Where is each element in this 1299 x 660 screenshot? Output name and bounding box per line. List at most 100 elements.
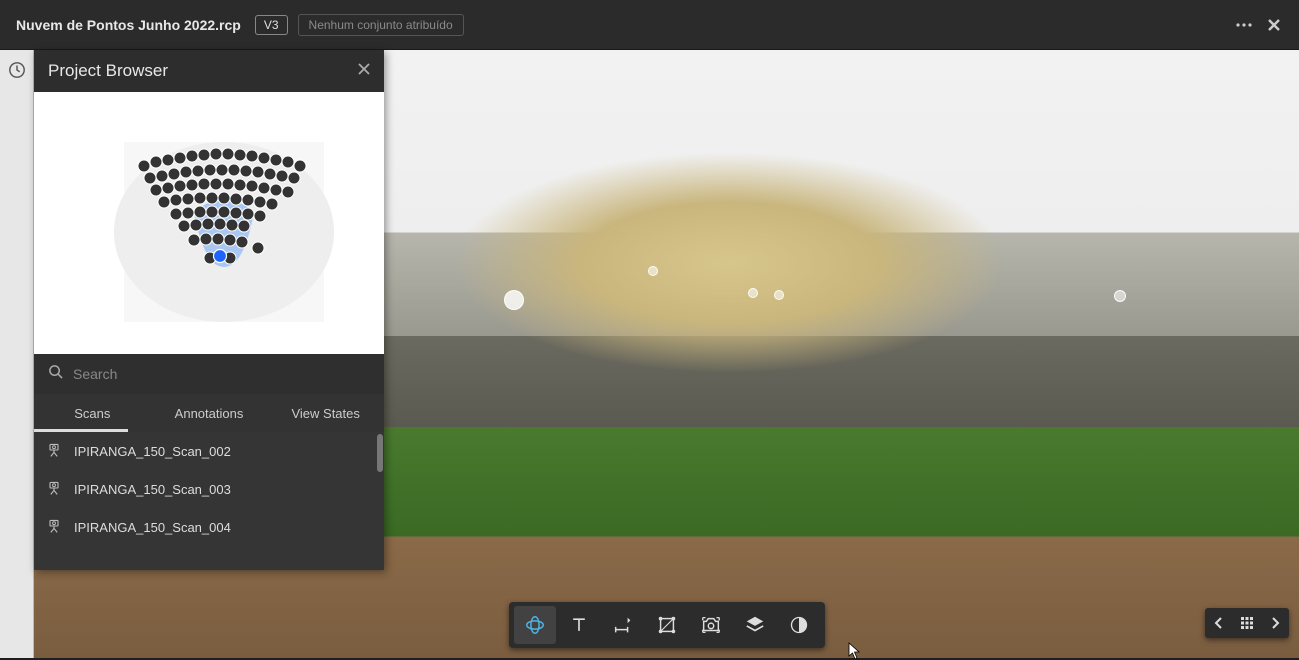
minimap-scan-dot[interactable] [252,242,264,254]
scan-marker[interactable] [748,288,758,298]
minimap-scan-dot[interactable] [194,206,206,218]
next-view-button[interactable] [1261,609,1289,637]
scan-marker[interactable] [774,290,784,300]
recent-button[interactable] [5,58,29,82]
snapshot-tool[interactable] [690,606,732,644]
minimap-active-scan-dot[interactable] [214,250,227,263]
scan-list[interactable]: IPIRANGA_150_Scan_002IPIRANGA_150_Scan_0… [34,432,384,570]
tab-annotations[interactable]: Annotations [151,396,268,431]
minimap-scan-dot[interactable] [228,164,240,176]
close-icon[interactable] [358,62,370,80]
minimap-scan-dot[interactable] [222,148,234,160]
scan-marker[interactable] [648,266,658,276]
minimap-scan-dot[interactable] [214,218,226,230]
minimap-scan-dot[interactable] [178,220,190,232]
minimap-scan-dot[interactable] [294,160,306,172]
minimap-scan-dot[interactable] [206,192,218,204]
minimap-scan-dot[interactable] [266,198,278,210]
minimap-scan-dot[interactable] [150,156,162,168]
minimap-scan-dot[interactable] [276,170,288,182]
layers-tool[interactable] [734,606,776,644]
minimap-scan-dot[interactable] [254,196,266,208]
minimap-scan-dot[interactable] [170,194,182,206]
minimap-scan-dot[interactable] [218,192,230,204]
minimap-scan-dot[interactable] [158,196,170,208]
minimap-scan-dot[interactable] [200,233,212,245]
minimap-scan-dot[interactable] [210,178,222,190]
tab-view-states[interactable]: View States [267,396,384,431]
minimap-scan-dot[interactable] [222,178,234,190]
minimap-scan-dot[interactable] [230,207,242,219]
minimap-scan-dot[interactable] [194,192,206,204]
minimap-scan-dot[interactable] [270,154,282,166]
minimap-scan-dot[interactable] [226,219,238,231]
minimap-scan-dot[interactable] [242,208,254,220]
minimap-scan-dot[interactable] [162,182,174,194]
minimap-scan-dot[interactable] [186,179,198,191]
minimap-scan-dot[interactable] [198,178,210,190]
minimap-scan-dot[interactable] [168,168,180,180]
minimap-scan-dot[interactable] [264,168,276,180]
version-badge[interactable]: V3 [255,15,288,35]
minimap-scan-dot[interactable] [186,150,198,162]
view-grid-button[interactable] [1233,609,1261,637]
minimap-scan-dot[interactable] [150,184,162,196]
minimap-scan-dot[interactable] [170,208,182,220]
minimap-scan-dot[interactable] [238,220,250,232]
minimap-scan-dot[interactable] [198,149,210,161]
minimap-scan-dot[interactable] [252,166,264,178]
minimap-scan-dot[interactable] [156,170,168,182]
search-input[interactable] [73,366,370,382]
minimap-scan-dot[interactable] [242,194,254,206]
minimap[interactable] [34,92,384,354]
minimap-scan-dot[interactable] [174,152,186,164]
tab-scans[interactable]: Scans [34,396,151,431]
scan-list-item[interactable]: IPIRANGA_150_Scan_004 [34,508,384,546]
measure-tool[interactable] [602,606,644,644]
minimap-scan-dot[interactable] [192,165,204,177]
minimap-scan-dot[interactable] [236,236,248,248]
minimap-scan-dot[interactable] [204,164,216,176]
minimap-scan-dot[interactable] [258,182,270,194]
minimap-scan-dot[interactable] [282,156,294,168]
minimap-scan-dot[interactable] [224,234,236,246]
minimap-scan-dot[interactable] [206,206,218,218]
scan-list-item[interactable]: IPIRANGA_150_Scan_002 [34,432,384,470]
minimap-scan-dot[interactable] [288,172,300,184]
minimap-scan-dot[interactable] [218,206,230,218]
minimap-scan-dot[interactable] [212,233,224,245]
minimap-scan-dot[interactable] [234,149,246,161]
minimap-scan-dot[interactable] [188,234,200,246]
minimap-scan-dot[interactable] [210,148,222,160]
minimap-scan-dot[interactable] [180,166,192,178]
more-options-button[interactable] [1229,10,1259,40]
scan-marker[interactable] [504,290,524,310]
minimap-scan-dot[interactable] [282,186,294,198]
close-tab-button[interactable] [1259,10,1289,40]
text-annotation-tool[interactable] [558,606,600,644]
minimap-scan-dot[interactable] [174,180,186,192]
minimap-scan-dot[interactable] [246,180,258,192]
minimap-scan-dot[interactable] [240,165,252,177]
area-tool[interactable] [646,606,688,644]
orbit-tool[interactable] [514,606,556,644]
minimap-scan-dot[interactable] [246,150,258,162]
set-assignment-badge[interactable]: Nenhum conjunto atribuído [298,14,464,36]
minimap-scan-dot[interactable] [162,154,174,166]
minimap-scan-dot[interactable] [182,193,194,205]
scan-marker[interactable] [1114,290,1126,302]
minimap-scan-dot[interactable] [190,219,202,231]
minimap-scan-dot[interactable] [144,172,156,184]
minimap-scan-dot[interactable] [182,207,194,219]
prev-view-button[interactable] [1205,609,1233,637]
minimap-scan-dot[interactable] [230,193,242,205]
minimap-scan-dot[interactable] [202,218,214,230]
minimap-scan-dot[interactable] [254,210,266,222]
minimap-scan-dot[interactable] [270,184,282,196]
scan-list-item[interactable]: IPIRANGA_150_Scan_003 [34,470,384,508]
minimap-scan-dot[interactable] [138,160,150,172]
scrollbar-thumb[interactable] [377,434,383,472]
minimap-scan-dot[interactable] [234,179,246,191]
minimap-scan-dot[interactable] [258,152,270,164]
exposure-tool[interactable] [778,606,820,644]
